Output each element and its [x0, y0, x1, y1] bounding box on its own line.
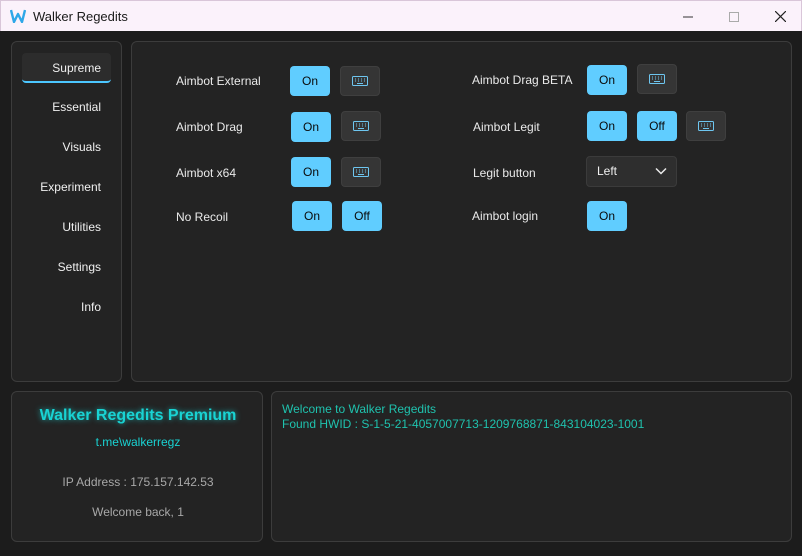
keyboard-icon: [352, 76, 368, 86]
title-bar: Walker Regedits: [0, 0, 802, 31]
ip-address-text: IP Address : 175.157.142.53: [62, 475, 214, 489]
aimbot-drag-label: Aimbot Drag: [176, 120, 243, 134]
window-title: Walker Regedits: [33, 9, 128, 24]
sidebar-item-essential[interactable]: Essential: [52, 92, 111, 122]
aimbot-drag-beta-keybind-button[interactable]: [637, 64, 677, 94]
aimbot-drag-on-button[interactable]: On: [291, 112, 331, 142]
console-log: Welcome to Walker Regedits Found HWID : …: [271, 391, 792, 542]
console-line: Found HWID : S-1-5-21-4057007713-1209768…: [282, 417, 645, 431]
aimbot-legit-label: Aimbot Legit: [473, 120, 540, 134]
sidebar-item-visuals[interactable]: Visuals: [63, 132, 111, 162]
brand-title: Walker Regedits Premium: [39, 407, 237, 424]
sidebar: Supreme Essential Visuals Experiment Uti…: [11, 41, 122, 382]
sidebar-item-experiment[interactable]: Experiment: [40, 172, 111, 202]
no-recoil-on-button[interactable]: On: [292, 201, 332, 231]
aimbot-external-on-button[interactable]: On: [290, 66, 330, 96]
legit-button-label: Legit button: [473, 166, 536, 180]
aimbot-x64-on-button[interactable]: On: [291, 157, 331, 187]
aimbot-legit-keybind-button[interactable]: [686, 111, 726, 141]
aimbot-login-on-button[interactable]: On: [587, 201, 627, 231]
console-line: Welcome to Walker Regedits: [282, 402, 437, 416]
telegram-link[interactable]: t.me\walkerregz: [12, 435, 264, 449]
aimbot-legit-on-button[interactable]: On: [587, 111, 627, 141]
aimbot-x64-label: Aimbot x64: [176, 166, 237, 180]
sidebar-item-settings[interactable]: Settings: [58, 252, 111, 282]
keyboard-icon: [698, 121, 714, 131]
keyboard-icon: [353, 167, 369, 177]
sidebar-item-info[interactable]: Info: [81, 292, 111, 322]
aimbot-drag-beta-on-button[interactable]: On: [587, 65, 627, 95]
aimbot-external-label: Aimbot External: [176, 74, 261, 88]
aimbot-external-keybind-button[interactable]: [340, 66, 380, 96]
legit-button-select-value: Left: [597, 164, 618, 178]
main-panel: [131, 41, 792, 382]
no-recoil-label: No Recoil: [176, 210, 229, 224]
info-panel: Walker Regedits Premium t.me\walkerregz …: [11, 391, 263, 542]
aimbot-legit-off-button[interactable]: Off: [637, 111, 677, 141]
aimbot-drag-beta-label: Aimbot Drag BETA: [472, 73, 573, 87]
sidebar-item-utilities[interactable]: Utilities: [62, 212, 111, 242]
app-logo-icon: [9, 9, 27, 24]
maximize-button[interactable]: [711, 1, 757, 32]
keyboard-icon: [353, 121, 369, 131]
sidebar-item-supreme[interactable]: Supreme: [22, 53, 111, 83]
aimbot-x64-keybind-button[interactable]: [341, 157, 381, 187]
no-recoil-off-button[interactable]: Off: [342, 201, 382, 231]
legit-button-select[interactable]: Left: [586, 156, 677, 187]
close-button[interactable]: [757, 1, 802, 32]
welcome-text: Welcome back, 1: [92, 505, 184, 519]
minimize-button[interactable]: [665, 1, 711, 32]
chevron-down-icon: [655, 167, 667, 175]
keyboard-icon: [649, 74, 665, 84]
aimbot-drag-keybind-button[interactable]: [341, 111, 381, 141]
aimbot-login-label: Aimbot login: [472, 209, 539, 223]
